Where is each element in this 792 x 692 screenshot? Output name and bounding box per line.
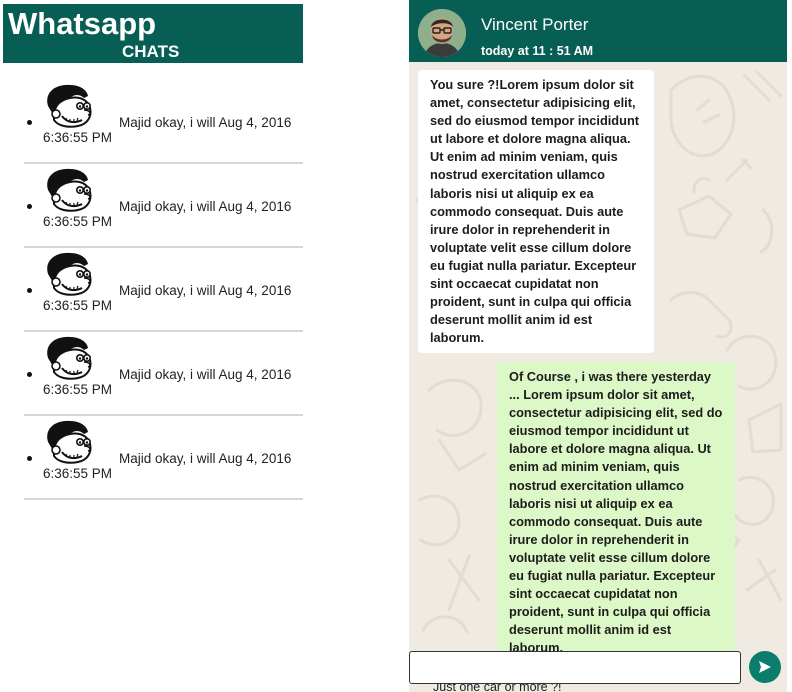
list-bullet (27, 120, 32, 125)
chat-list-item[interactable]: Majid okay, i will Aug 4, 2016 6:36:55 P… (24, 416, 303, 500)
cartoon-face-icon (47, 168, 92, 212)
cartoon-face-icon (47, 252, 92, 296)
incoming-message-bubble: You sure ?!Lorem ipsum dolor sit amet, c… (418, 70, 654, 354)
chat-timestamp: 6:36:55 PM (43, 466, 113, 481)
profile-photo-icon (418, 9, 466, 57)
cartoon-face-icon (47, 420, 92, 464)
app-title: Whatsapp (8, 6, 157, 41)
list-bullet (27, 288, 32, 293)
contact-last-seen: today at 11 : 51 AM (481, 44, 594, 58)
message-composer[interactable] (409, 651, 741, 684)
cartoon-face-icon (47, 84, 92, 128)
send-button[interactable] (749, 651, 781, 683)
chat-preview-text: Majid okay, i will Aug 4, 2016 (119, 451, 292, 466)
chat-timestamp: 6:36:55 PM (43, 298, 113, 313)
chat-preview-text: Majid okay, i will Aug 4, 2016 (119, 199, 292, 214)
list-bullet (27, 372, 32, 377)
chat-timestamp: 6:36:55 PM (43, 130, 113, 145)
message-input[interactable] (410, 652, 740, 683)
list-bullet (27, 204, 32, 209)
outgoing-message-bubble: Of Course , i was there yesterday ... Lo… (497, 362, 735, 664)
conversation-panel: Vincent Porter today at 11 : 51 AM You s… (409, 0, 787, 692)
contact-avatar[interactable] (418, 9, 466, 57)
contact-name: Vincent Porter (481, 15, 589, 34)
chat-list-item[interactable]: Majid okay, i will Aug 4, 2016 6:36:55 P… (24, 164, 303, 248)
chat-preview-text: Majid okay, i will Aug 4, 2016 (119, 367, 292, 382)
list-bullet (27, 456, 32, 461)
chat-preview-text: Majid okay, i will Aug 4, 2016 (119, 283, 292, 298)
chat-list-item[interactable]: Majid okay, i will Aug 4, 2016 6:36:55 P… (24, 80, 303, 164)
chat-timestamp: 6:36:55 PM (43, 214, 113, 229)
chat-list-item[interactable]: Majid okay, i will Aug 4, 2016 6:36:55 P… (24, 332, 303, 416)
cartoon-face-icon (47, 336, 92, 380)
chats-section-label: CHATS (122, 42, 180, 61)
chat-list-item[interactable]: Majid okay, i will Aug 4, 2016 6:36:55 P… (24, 248, 303, 332)
chats-header: Whatsapp CHATS (3, 4, 303, 63)
conversation-header[interactable]: Vincent Porter today at 11 : 51 AM (409, 0, 787, 62)
chat-list: Majid okay, i will Aug 4, 2016 6:36:55 P… (24, 80, 303, 500)
send-icon (759, 661, 771, 673)
chat-preview-text: Majid okay, i will Aug 4, 2016 (119, 115, 292, 130)
chat-timestamp: 6:36:55 PM (43, 382, 113, 397)
